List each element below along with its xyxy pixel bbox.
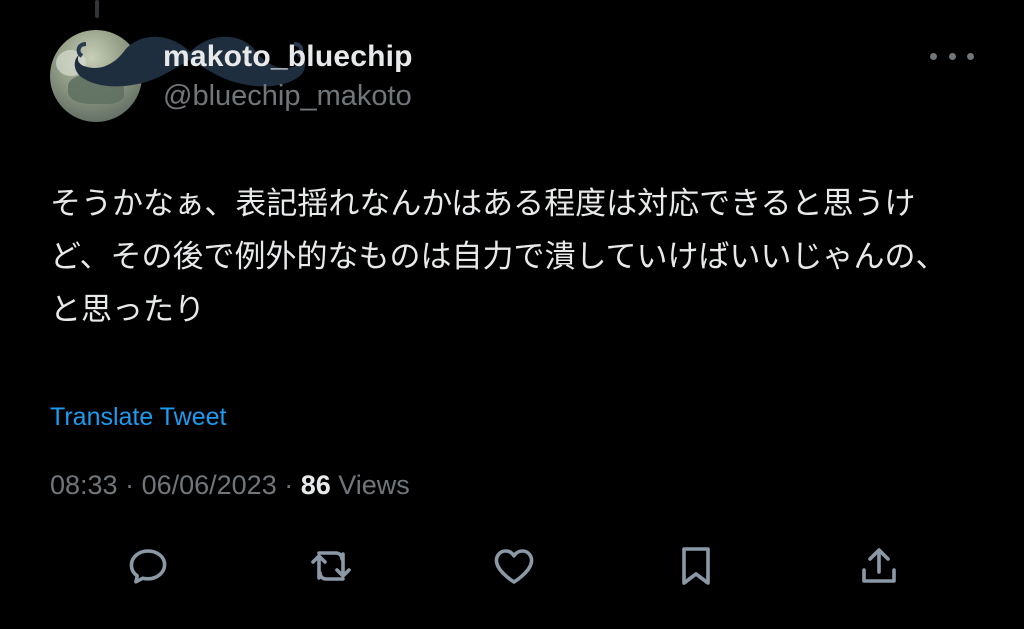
meta-separator: · (117, 470, 142, 500)
user-handle[interactable]: @bluechip_makoto (163, 80, 412, 113)
retweet-button[interactable] (303, 538, 359, 594)
thread-connector-line (95, 0, 99, 18)
meta-separator: · (276, 470, 301, 500)
dot-icon (930, 52, 937, 60)
dot-icon (948, 52, 956, 60)
views-label[interactable]: Views (331, 470, 410, 500)
tweet-actions-bar (120, 538, 910, 594)
share-button[interactable] (851, 538, 907, 594)
more-options-icon[interactable] (930, 46, 974, 66)
reply-icon (129, 549, 167, 584)
reply-button[interactable] (120, 538, 176, 594)
views-count[interactable]: 86 (301, 470, 331, 500)
tweet-meta: 08:33 · 06/06/2023 · 86 Views (50, 470, 410, 501)
dot-icon (967, 52, 974, 60)
bookmark-button[interactable] (668, 538, 724, 594)
share-icon (862, 548, 896, 583)
tweet-date[interactable]: 06/06/2023 (142, 470, 277, 500)
heart-icon (494, 549, 534, 584)
bookmark-icon (682, 547, 710, 585)
translate-tweet-link[interactable]: Translate Tweet (50, 403, 226, 432)
tweet-text: そうかなぁ、表記揺れなんかはある程度は対応できると思うけど、その後で例外的なもの… (50, 186, 947, 328)
tweet-time[interactable]: 08:33 (50, 470, 118, 500)
like-button[interactable] (486, 538, 542, 594)
retweet-icon (311, 551, 351, 581)
display-name[interactable]: makoto_bluechip (163, 40, 413, 74)
